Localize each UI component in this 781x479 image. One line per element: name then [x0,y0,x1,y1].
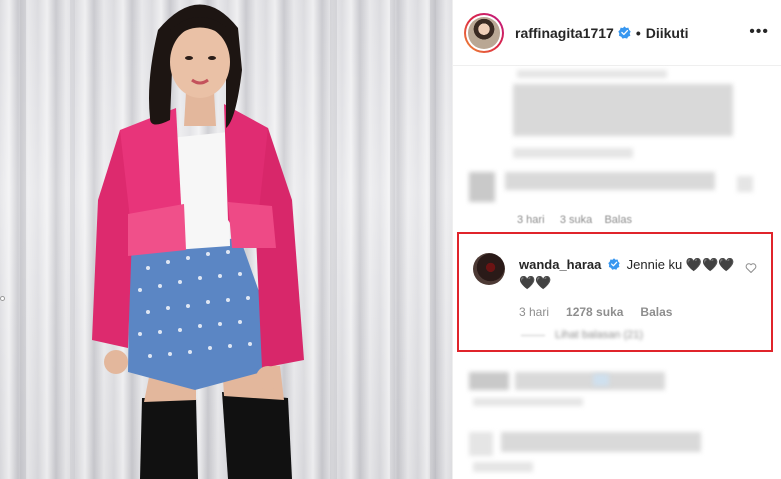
heart-icon[interactable] [745,262,757,274]
verified-badge-icon [608,258,620,270]
more-options-icon[interactable]: ••• [749,24,769,40]
author-avatar[interactable] [464,12,504,53]
blurred-comment-meta: 3 hari 3 suka Balas [517,214,632,226]
blurred-comment-avatar [469,372,509,390]
carousel-indicator [0,296,5,301]
author-username[interactable]: raffinagita1717 [515,25,614,41]
verified-badge-icon [618,26,631,39]
blurred-comment-text [501,432,701,452]
comment-likes[interactable]: 1278 suka [566,305,623,319]
blurred-comment-text [505,172,715,190]
blurred-comment-line [473,398,583,406]
reply-button[interactable]: Balas [640,305,672,319]
blurred-comment-text [515,372,665,390]
blurred-caption-block [513,84,733,136]
blurred-comment-avatar [469,432,493,456]
post-header: raffinagita1717 • Diikuti ••• [453,0,781,66]
header-separator: • [635,24,641,41]
commenter-avatar[interactable] [473,253,505,285]
blurred-caption-line [517,70,667,78]
photo-illustration [20,0,436,479]
comment-body: wanda_haraa Jennie ku 🖤🖤🖤🖤🖤 [519,256,739,292]
follow-status-button[interactable]: Diikuti [646,25,689,41]
comment-time[interactable]: 3 hari [519,305,549,319]
highlighted-comment: wanda_haraa Jennie ku 🖤🖤🖤🖤🖤 3 hari 1278 … [457,232,773,352]
view-replies-link[interactable]: Lihat balasan (21) [555,329,643,341]
blurred-comment-avatar [469,172,495,202]
comment-meta: 3 hari 1278 suka Balas [519,305,672,319]
comments-panel: raffinagita1717 • Diikuti ••• 3 hari 3 s… [452,0,781,479]
replies-divider [521,335,545,336]
post-photo[interactable] [0,0,452,479]
blurred-caption-line [513,148,633,158]
commenter-username[interactable]: wanda_haraa [519,257,601,272]
blurred-heart [737,176,753,192]
blurred-comment-accent [593,374,609,386]
blurred-comment-line [473,462,533,472]
